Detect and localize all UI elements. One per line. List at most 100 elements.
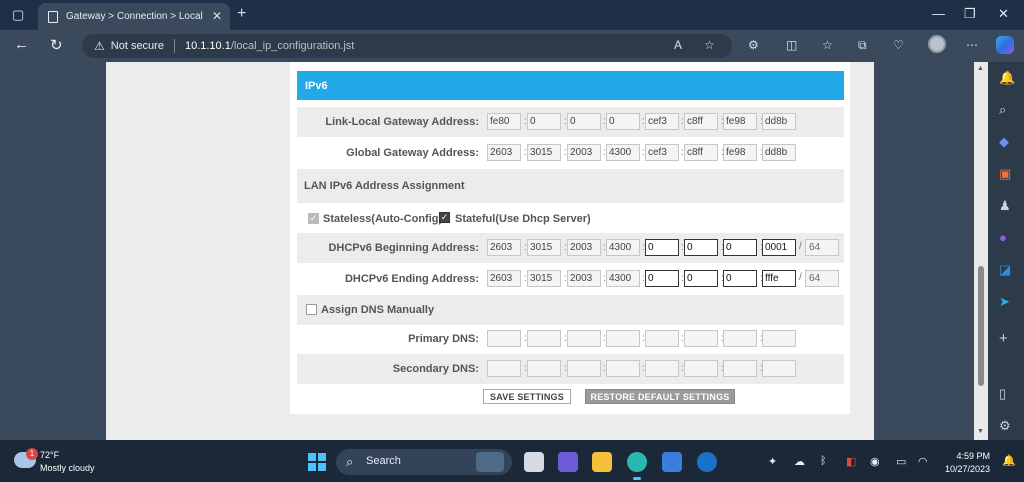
stateless-label: Stateless(Auto-Config) — [323, 213, 443, 225]
secondary-dns-input[interactable] — [527, 360, 561, 377]
cloud-sync-icon[interactable]: ☁ — [794, 455, 805, 468]
global-gateway-field: dd8b — [762, 144, 796, 161]
dhcp-end-row: DHCPv6 Ending Address: 2603 : 3015 : 200… — [297, 264, 844, 294]
sidebar-settings-icon[interactable]: ⚙ — [999, 418, 1011, 434]
collections-icon[interactable]: ⧉ — [858, 38, 867, 53]
windows-start-icon[interactable] — [308, 453, 326, 471]
clock-date[interactable]: 10/27/2023 — [940, 464, 990, 474]
dns-manual-checkbox[interactable] — [306, 304, 317, 315]
add-sidebar-app-icon[interactable]: + — [999, 330, 1008, 347]
favorite-star-icon[interactable]: ☆ — [704, 38, 715, 52]
secondary-dns-input[interactable] — [606, 360, 640, 377]
primary-dns-input[interactable] — [567, 330, 601, 347]
vertical-scrollbar[interactable]: ▲ ▼ — [974, 62, 988, 440]
dhcp-end-prefix: 64 — [805, 270, 839, 287]
search-magnifier-icon: ⌕ — [346, 454, 354, 469]
secondary-dns-input[interactable] — [723, 360, 757, 377]
secondary-dns-input[interactable] — [684, 360, 718, 377]
favorites-icon[interactable]: ☆ — [822, 38, 833, 52]
dell-icon[interactable] — [697, 452, 717, 472]
dhcp-end-field: 2003 — [567, 270, 601, 287]
browser-tab[interactable]: Gateway > Connection > Local IP ✕ — [38, 3, 230, 30]
extensions-icon[interactable]: ⚙ — [748, 38, 759, 52]
minimize-icon[interactable]: — — [932, 6, 945, 21]
primary-dns-input[interactable] — [684, 330, 718, 347]
save-settings-button[interactable]: SAVE SETTINGS — [483, 389, 571, 404]
sidebar-layout-icon[interactable]: ▯ — [999, 386, 1006, 402]
search-icon[interactable]: ⌕ — [999, 102, 1006, 118]
link-local-field: fe80 — [487, 113, 521, 130]
dhcp-begin-input[interactable]: 0 — [684, 239, 718, 256]
assignment-mode-row: ✓ Stateless(Auto-Config) ✓ Stateful(Use … — [297, 205, 844, 233]
dhcp-end-input[interactable]: 0 — [684, 270, 718, 287]
bluetooth-icon[interactable]: ᛒ — [820, 455, 827, 467]
close-window-icon[interactable]: ✕ — [998, 6, 1009, 22]
outlook-icon[interactable]: ◪ — [999, 262, 1011, 278]
browser-essentials-icon[interactable]: ♡ — [893, 38, 904, 52]
address-bar[interactable]: ⚠ Not secure 10.1.10.1 /local_ip_configu… — [82, 34, 732, 58]
network-app-icon[interactable]: ✦ — [768, 455, 777, 468]
security-alert-icon[interactable]: ◧ — [846, 455, 856, 468]
split-screen-icon[interactable]: ◫ — [786, 38, 797, 52]
back-icon[interactable]: ← — [14, 36, 29, 53]
primary-dns-input[interactable] — [606, 330, 640, 347]
restore-window-icon[interactable]: ❐ — [964, 6, 976, 22]
teams-icon[interactable] — [558, 452, 578, 472]
wifi-icon[interactable]: ◠ — [918, 455, 928, 468]
store-icon[interactable] — [662, 452, 682, 472]
dhcp-begin-field: 3015 — [527, 239, 561, 256]
page-icon — [48, 10, 58, 23]
secondary-dns-input[interactable] — [487, 360, 521, 377]
primary-dns-input[interactable] — [527, 330, 561, 347]
dhcp-end-input[interactable]: fffe — [762, 270, 796, 287]
dhcp-begin-input[interactable]: 0 — [723, 239, 757, 256]
dhcp-end-input[interactable]: 0 — [723, 270, 757, 287]
secondary-dns-input[interactable] — [567, 360, 601, 377]
copilot-icon[interactable] — [996, 36, 1014, 54]
dhcp-begin-input[interactable]: 0 — [645, 239, 679, 256]
scroll-thumb[interactable] — [978, 266, 984, 386]
send-icon[interactable]: ➤ — [999, 294, 1010, 310]
new-tab-icon[interactable]: + — [237, 5, 246, 23]
secondary-dns-input[interactable] — [645, 360, 679, 377]
stateless-checkbox[interactable]: ✓ — [308, 213, 319, 224]
profile-avatar[interactable] — [928, 35, 946, 53]
link-local-label: Link-Local Gateway Address: — [325, 116, 479, 128]
tools-icon[interactable]: ▣ — [999, 166, 1011, 182]
games-icon[interactable]: ♟ — [999, 198, 1011, 214]
edge-icon[interactable] — [627, 452, 647, 480]
primary-dns-label: Primary DNS: — [408, 333, 479, 345]
support-icon[interactable]: ◉ — [870, 455, 880, 468]
shopping-icon[interactable]: ◆ — [999, 134, 1009, 150]
scroll-up-icon[interactable]: ▲ — [977, 65, 984, 72]
restore-defaults-button[interactable]: RESTORE DEFAULT SETTINGS — [585, 389, 735, 404]
tab-actions-icon[interactable]: ▢ — [12, 7, 24, 23]
close-tab-icon[interactable]: ✕ — [212, 9, 222, 23]
assignment-heading-row: LAN IPv6 Address Assignment — [297, 169, 844, 203]
clock-time[interactable]: 4:59 PM — [954, 451, 990, 461]
notifications-icon[interactable]: 🔔 — [999, 70, 1015, 86]
dhcp-begin-input[interactable]: 0001 — [762, 239, 796, 256]
ipv6-section-header: IPv6 — [297, 71, 844, 100]
secondary-dns-input[interactable] — [762, 360, 796, 377]
primary-dns-input[interactable] — [487, 330, 521, 347]
global-gateway-field: c8ff — [684, 144, 718, 161]
taskbar-search[interactable]: ⌕ Search — [336, 449, 512, 475]
secondary-dns-row: Secondary DNS: : : : : : : : — [297, 354, 844, 384]
primary-dns-row: Primary DNS: : : : : : : : — [297, 324, 844, 354]
refresh-icon[interactable]: ↻ — [50, 36, 63, 54]
primary-dns-input[interactable] — [762, 330, 796, 347]
scroll-down-icon[interactable]: ▼ — [977, 428, 984, 435]
display-icon[interactable]: ▭ — [896, 455, 906, 468]
notification-bell-icon[interactable]: 🔔 — [1002, 454, 1016, 467]
copilot-sidebar-icon[interactable]: ● — [999, 230, 1007, 245]
global-gateway-label: Global Gateway Address: — [346, 147, 479, 159]
primary-dns-input[interactable] — [723, 330, 757, 347]
dhcp-end-input[interactable]: 0 — [645, 270, 679, 287]
file-explorer-icon[interactable] — [592, 452, 612, 472]
read-aloud-icon[interactable]: A — [674, 38, 682, 52]
stateful-checkbox[interactable]: ✓ — [439, 212, 450, 223]
primary-dns-input[interactable] — [645, 330, 679, 347]
task-view-icon[interactable] — [524, 452, 544, 472]
more-options-icon[interactable]: ⋯ — [966, 38, 978, 52]
